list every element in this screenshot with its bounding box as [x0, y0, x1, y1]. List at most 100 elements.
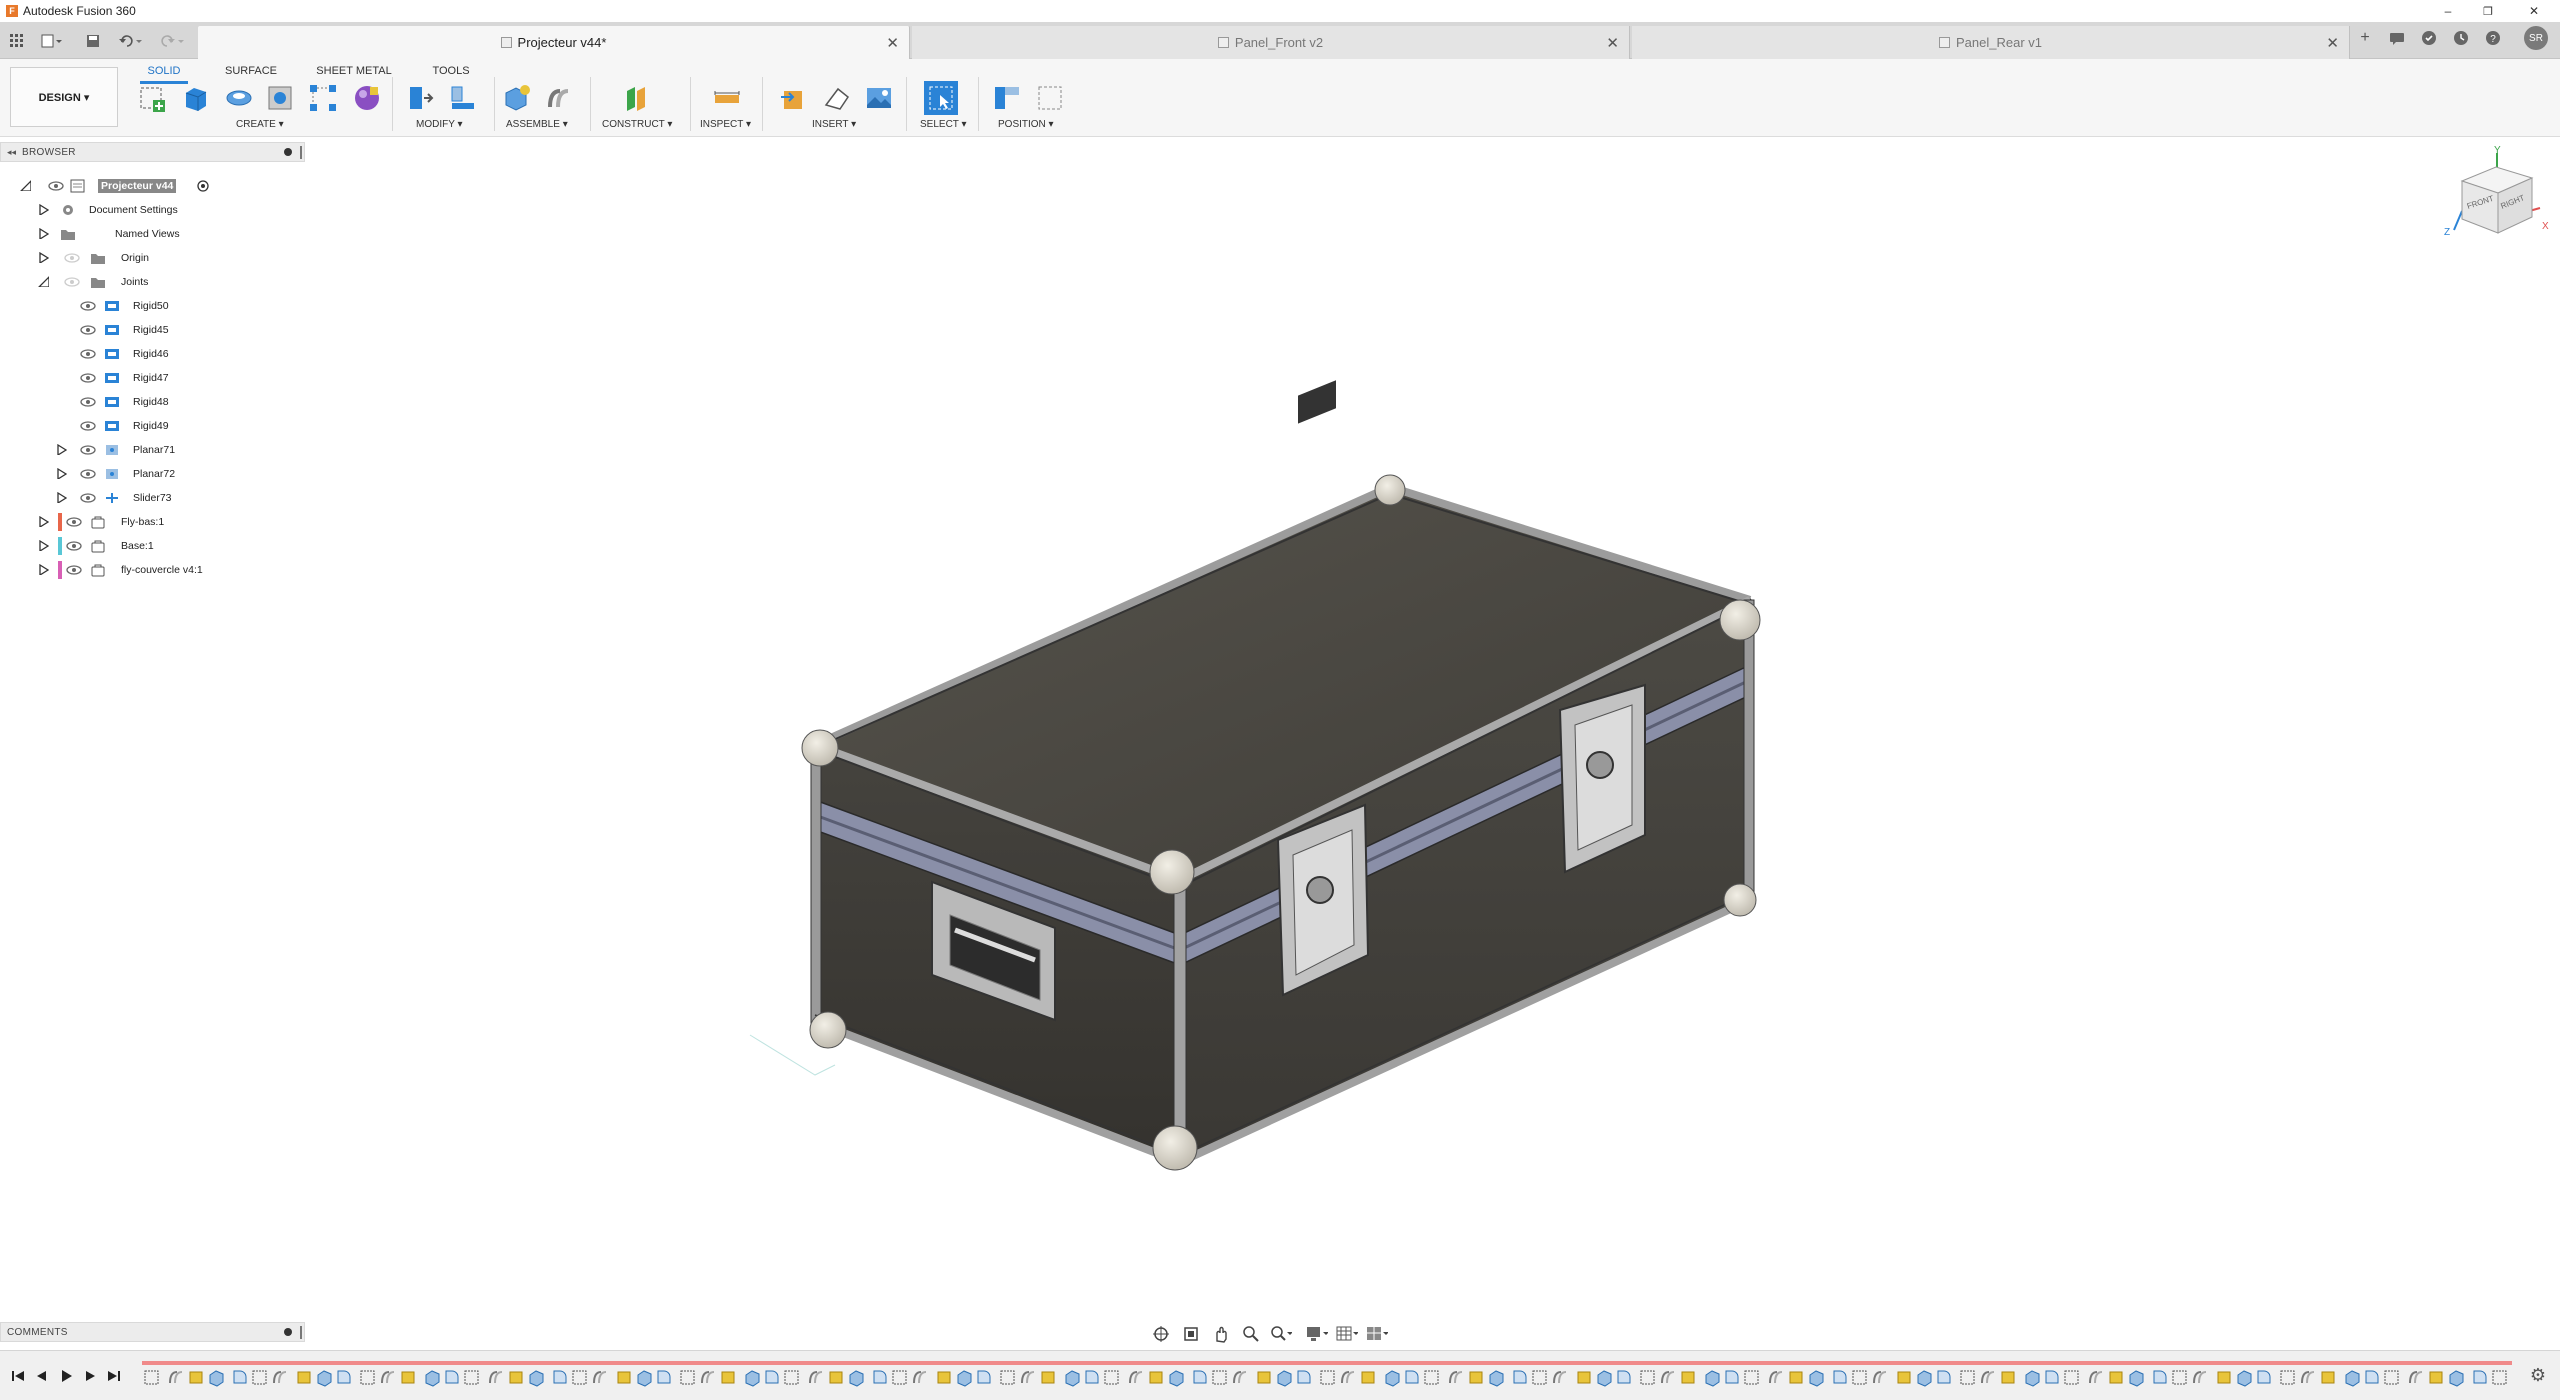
timeline-feature-icon[interactable]	[401, 1371, 415, 1384]
timeline-feature-icon[interactable]	[2365, 1370, 2379, 1384]
visibility-eye-icon[interactable]	[80, 493, 96, 503]
timeline-feature-icon[interactable]	[2492, 1370, 2507, 1385]
flight-case-model[interactable]	[749, 380, 1761, 1171]
timeline-feature-icon[interactable]	[553, 1370, 567, 1384]
timeline-feature-icon[interactable]	[2025, 1370, 2040, 1387]
3d-viewport[interactable]	[305, 137, 2560, 1327]
timeline-feature-icon[interactable]	[1085, 1370, 1099, 1384]
collapse-panel-icon[interactable]: ◂◂	[7, 147, 16, 158]
fit-zoom-icon[interactable]	[1270, 1323, 1292, 1345]
timeline-feature-icon[interactable]	[829, 1371, 843, 1384]
timeline-feature-icon[interactable]	[1873, 1371, 1887, 1384]
workspace-switcher-button[interactable]: DESIGN ▾	[10, 67, 118, 127]
help-icon[interactable]: ?	[2482, 27, 2504, 49]
timeline-feature-icon[interactable]	[2321, 1371, 2335, 1384]
timeline-feature-icon[interactable]	[2001, 1371, 2015, 1384]
timeline-feature-icon[interactable]	[1617, 1370, 1631, 1384]
tree-row[interactable]: Projecteur v44	[0, 174, 305, 198]
notifications-icon[interactable]	[2386, 27, 2408, 49]
expand-triangle-icon[interactable]	[56, 492, 67, 503]
tree-row[interactable]: Named Views	[0, 222, 305, 246]
timeline-feature-icon[interactable]	[1725, 1370, 1739, 1384]
visibility-eye-icon[interactable]	[80, 445, 96, 455]
panel-options-icon[interactable]	[284, 1328, 292, 1336]
timeline-feature-icon[interactable]	[1809, 1370, 1824, 1387]
timeline-feature-icon[interactable]	[2129, 1370, 2144, 1387]
visibility-eye-icon[interactable]	[48, 181, 64, 191]
timeline-feature-icon[interactable]	[873, 1370, 887, 1384]
visibility-eye-icon[interactable]	[80, 469, 96, 479]
timeline-feature-icon[interactable]	[1021, 1371, 1035, 1384]
expand-triangle-icon[interactable]	[38, 252, 49, 263]
close-window-button[interactable]: ✕	[2516, 0, 2552, 22]
select-menu[interactable]: SELECT ▾	[920, 119, 967, 130]
timeline-feature-icon[interactable]	[1917, 1370, 1932, 1387]
pattern-icon[interactable]	[306, 81, 340, 115]
timeline-feature-icon[interactable]	[2153, 1370, 2167, 1384]
revolve-icon[interactable]	[222, 81, 256, 115]
orbit-icon[interactable]	[1150, 1323, 1172, 1345]
timeline-feature-icon[interactable]	[680, 1370, 695, 1385]
inspect-menu[interactable]: INSPECT ▾	[700, 119, 751, 130]
timeline-feature-icon[interactable]	[1577, 1371, 1591, 1384]
timeline-feature-icon[interactable]	[1277, 1370, 1292, 1387]
timeline-feature-icon[interactable]	[721, 1371, 735, 1384]
canvas-image-icon[interactable]	[862, 81, 896, 115]
timeline-features[interactable]	[142, 1361, 2512, 1391]
timeline-feature-icon[interactable]	[297, 1371, 311, 1384]
tree-row[interactable]: Joints	[0, 270, 305, 294]
timeline-feature-icon[interactable]	[1469, 1371, 1483, 1384]
collapse-triangle-icon[interactable]	[38, 276, 49, 287]
modify-menu[interactable]: MODIFY ▾	[416, 119, 463, 130]
minimize-button[interactable]: –	[2430, 0, 2466, 22]
tree-row[interactable]: Rigid45	[0, 318, 305, 342]
timeline-feature-icon[interactable]	[593, 1371, 607, 1384]
timeline-feature-icon[interactable]	[1169, 1370, 1184, 1387]
close-tab-icon[interactable]: ✕	[1606, 34, 1619, 52]
timeline-feature-icon[interactable]	[1960, 1370, 1975, 1385]
insert-derive-icon[interactable]	[776, 81, 810, 115]
timeline-feature-icon[interactable]	[1769, 1371, 1783, 1384]
expand-triangle-icon[interactable]	[38, 516, 49, 527]
timeline-feature-icon[interactable]	[572, 1370, 587, 1385]
tree-row[interactable]: Rigid48	[0, 390, 305, 414]
visibility-eye-icon[interactable]	[64, 253, 80, 263]
visibility-eye-icon[interactable]	[66, 565, 82, 575]
activate-component-icon[interactable]	[196, 179, 210, 193]
insert-menu[interactable]: INSERT ▾	[812, 119, 856, 130]
tab-panel-front[interactable]: Panel_Front v2 ✕	[912, 26, 1630, 59]
timeline-feature-icon[interactable]	[1937, 1370, 1951, 1384]
tree-row[interactable]: Slider73	[0, 486, 305, 510]
timeline-feature-icon[interactable]	[892, 1370, 907, 1385]
timeline-feature-icon[interactable]	[977, 1370, 991, 1384]
timeline-settings-icon[interactable]: ⚙	[2530, 1365, 2546, 1386]
visibility-eye-icon[interactable]	[66, 517, 82, 527]
timeline-feature-icon[interactable]	[2237, 1370, 2252, 1387]
timeline-feature-icon[interactable]	[1449, 1371, 1463, 1384]
assemble-menu[interactable]: ASSEMBLE ▾	[506, 119, 568, 130]
grid-settings-icon[interactable]	[1336, 1323, 1358, 1345]
construct-menu[interactable]: CONSTRUCT ▾	[602, 119, 672, 130]
panel-options-icon[interactable]	[284, 148, 292, 156]
timeline-feature-icon[interactable]	[2449, 1370, 2464, 1387]
expand-triangle-icon[interactable]	[38, 204, 49, 215]
visibility-eye-icon[interactable]	[64, 277, 80, 287]
create-form-icon[interactable]	[350, 81, 384, 115]
timeline-play-icon[interactable]	[58, 1367, 74, 1385]
tab-tools[interactable]: TOOLS	[426, 61, 476, 81]
new-tab-button[interactable]: +	[2354, 27, 2376, 49]
timeline-feature-icon[interactable]	[233, 1370, 247, 1384]
look-at-icon[interactable]	[1180, 1323, 1202, 1345]
create-menu[interactable]: CREATE ▾	[236, 119, 284, 130]
timeline-feature-icon[interactable]	[2301, 1371, 2315, 1384]
timeline-feature-icon[interactable]	[784, 1370, 799, 1385]
timeline-feature-icon[interactable]	[252, 1370, 267, 1385]
timeline-feature-icon[interactable]	[745, 1370, 760, 1387]
timeline-feature-icon[interactable]	[1981, 1371, 1995, 1384]
timeline-feature-icon[interactable]	[1705, 1370, 1720, 1387]
timeline-feature-icon[interactable]	[425, 1370, 440, 1387]
timeline-feature-icon[interactable]	[1257, 1371, 1271, 1384]
timeline-feature-icon[interactable]	[1681, 1371, 1695, 1384]
file-menu-icon[interactable]	[38, 22, 66, 59]
timeline-feature-icon[interactable]	[2109, 1371, 2123, 1384]
